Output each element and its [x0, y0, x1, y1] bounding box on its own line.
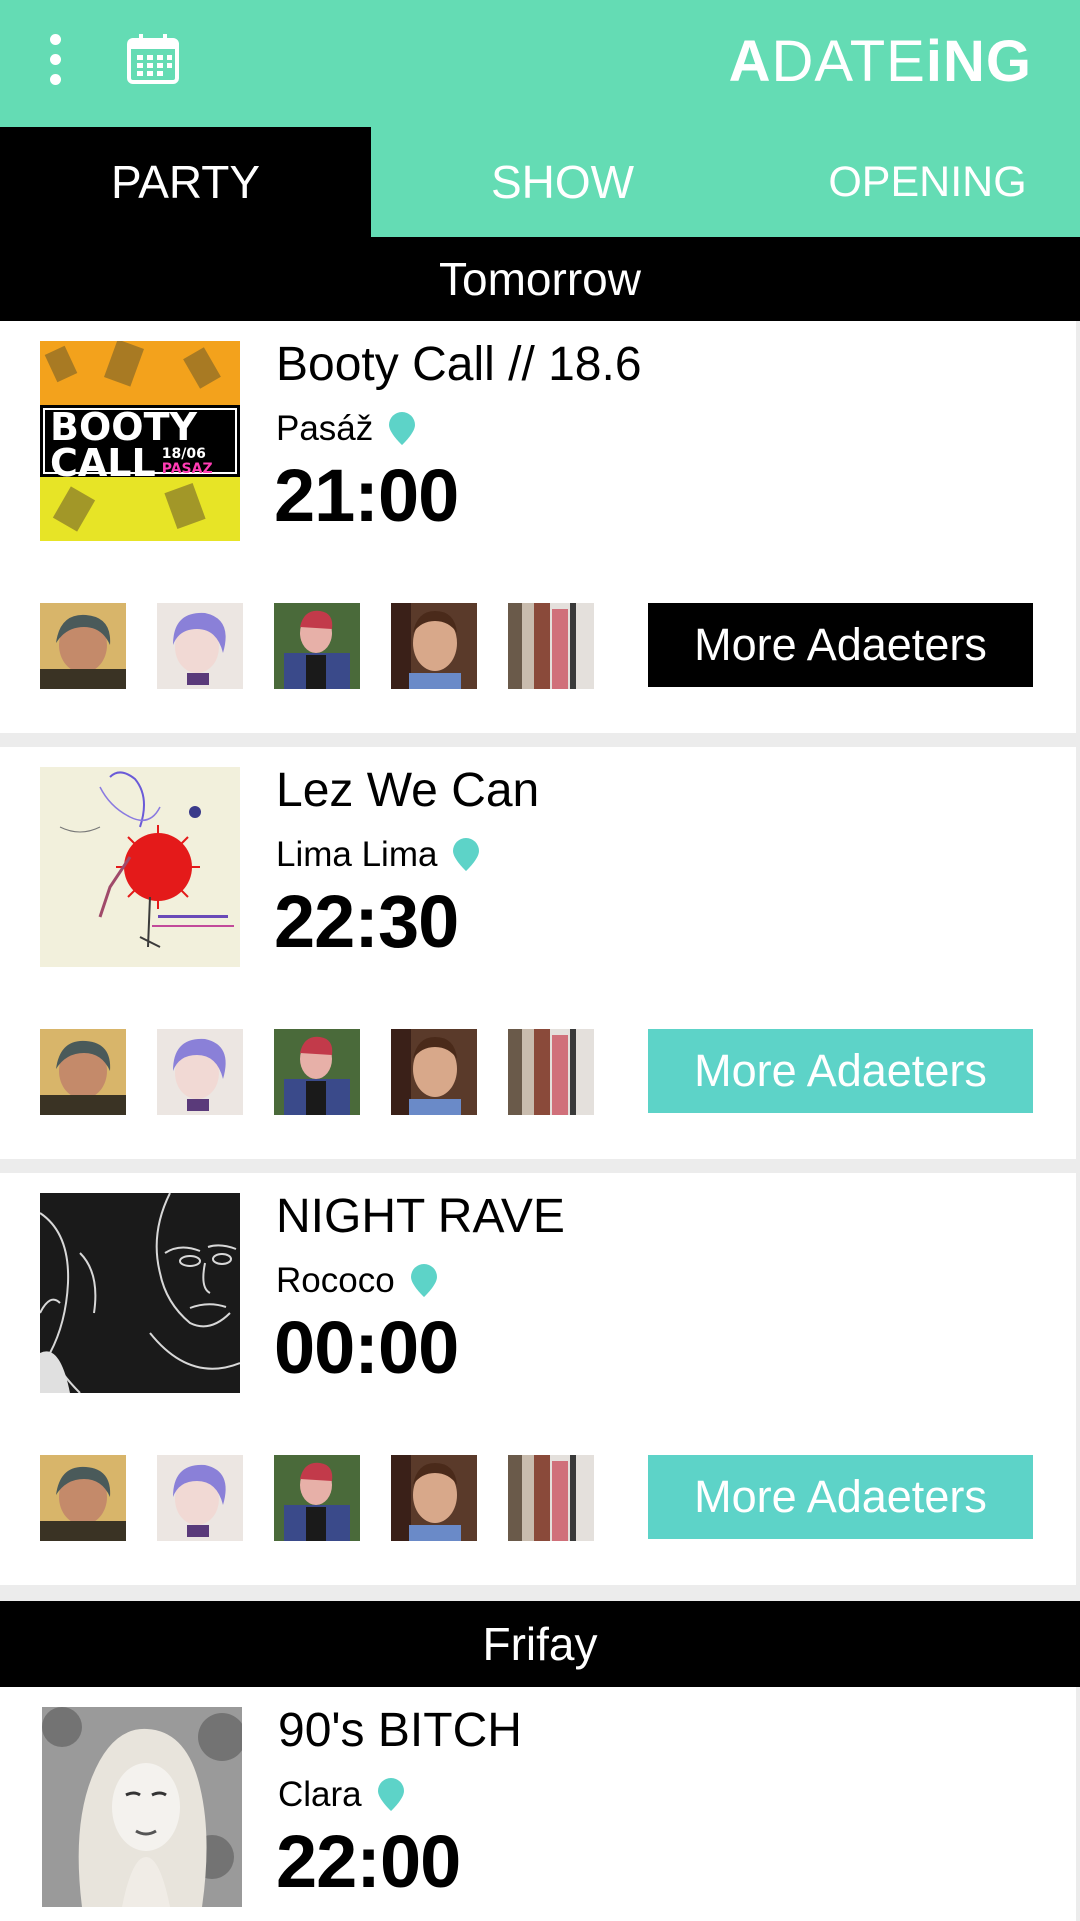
poster-text-booty: BOOTY: [50, 405, 198, 449]
avatar[interactable]: [157, 1455, 243, 1541]
avatar[interactable]: [391, 1029, 477, 1115]
poster-text-date: 18/06: [161, 446, 206, 462]
event-card[interactable]: NIGHT RAVE Rococo 00:00 More Adaeters: [0, 1173, 1076, 1585]
avatar[interactable]: [391, 603, 477, 689]
map-pin-icon[interactable]: [376, 1778, 406, 1812]
avatar[interactable]: [508, 1029, 594, 1115]
day-header-friday: Frifay: [0, 1601, 1080, 1687]
event-card[interactable]: BOOTY CALL 18/06 PASAZ Booty Call // 18.6 …: [0, 321, 1076, 733]
avatar[interactable]: [508, 603, 594, 689]
event-venue[interactable]: Lima Lima: [276, 835, 481, 875]
venue-name: Lima Lima: [276, 835, 438, 874]
event-title[interactable]: Booty Call // 18.6: [276, 337, 642, 392]
logo-letter-a: A: [728, 29, 772, 94]
event-venue[interactable]: Clara: [278, 1775, 406, 1815]
event-card[interactable]: Lez We Can Lima Lima 22:30 More Adaeters: [0, 747, 1076, 1159]
calendar-icon[interactable]: [126, 32, 180, 86]
logo-word-ing: iNG: [925, 29, 1032, 94]
avatar[interactable]: [157, 1029, 243, 1115]
poster-text: BOOTY CALL 18/06 PASAZ: [50, 405, 213, 485]
app-logo: ADATEiNG: [728, 28, 1032, 94]
event-venue[interactable]: Pasáž: [276, 409, 417, 449]
avatar[interactable]: [40, 603, 126, 689]
avatar[interactable]: [274, 1029, 360, 1115]
day-header-tomorrow: Tomorrow: [0, 237, 1080, 321]
app-header: ADATEiNG: [0, 0, 1080, 127]
event-poster: BOOTY CALL 18/06 PASAZ: [40, 341, 240, 541]
more-adaeters-button[interactable]: More Adaeters: [648, 603, 1033, 687]
map-pin-icon[interactable]: [387, 412, 417, 446]
event-poster: [40, 767, 240, 967]
venue-name: Pasáž: [276, 409, 374, 448]
venue-name: Rococo: [276, 1261, 395, 1300]
map-pin-icon[interactable]: [409, 1264, 439, 1298]
avatar[interactable]: [274, 603, 360, 689]
more-adaeters-button[interactable]: More Adaeters: [648, 1029, 1033, 1113]
event-poster: [40, 1193, 240, 1393]
avatar[interactable]: [274, 1455, 360, 1541]
event-time: 22:00: [276, 1820, 461, 1903]
event-venue[interactable]: Rococo: [276, 1261, 439, 1301]
event-card[interactable]: 90's BITCH Clara 22:00: [0, 1687, 1076, 1921]
map-pin-icon[interactable]: [451, 838, 481, 872]
tab-opening[interactable]: OPENING: [790, 127, 1065, 237]
tab-party[interactable]: PARTY: [0, 127, 371, 237]
avatar[interactable]: [157, 603, 243, 689]
event-time: 21:00: [274, 454, 459, 537]
event-time: 00:00: [274, 1306, 459, 1389]
tab-show[interactable]: SHOW: [420, 127, 705, 237]
logo-word-date: DATE: [771, 29, 926, 94]
avatar[interactable]: [40, 1029, 126, 1115]
venue-name: Clara: [278, 1775, 362, 1814]
event-poster: [42, 1707, 242, 1907]
event-time: 22:30: [274, 880, 459, 963]
poster-text-venue: PASAZ: [161, 461, 213, 477]
avatar[interactable]: [40, 1455, 126, 1541]
event-title[interactable]: 90's BITCH: [278, 1703, 522, 1758]
avatar[interactable]: [508, 1455, 594, 1541]
category-tabs: PARTY SHOW OPENING: [0, 127, 1080, 237]
more-vertical-icon[interactable]: [40, 30, 70, 90]
event-title[interactable]: Lez We Can: [276, 763, 539, 818]
more-adaeters-button[interactable]: More Adaeters: [648, 1455, 1033, 1539]
event-title[interactable]: NIGHT RAVE: [276, 1189, 565, 1244]
avatar[interactable]: [391, 1455, 477, 1541]
poster-text-call: CALL: [50, 441, 156, 485]
